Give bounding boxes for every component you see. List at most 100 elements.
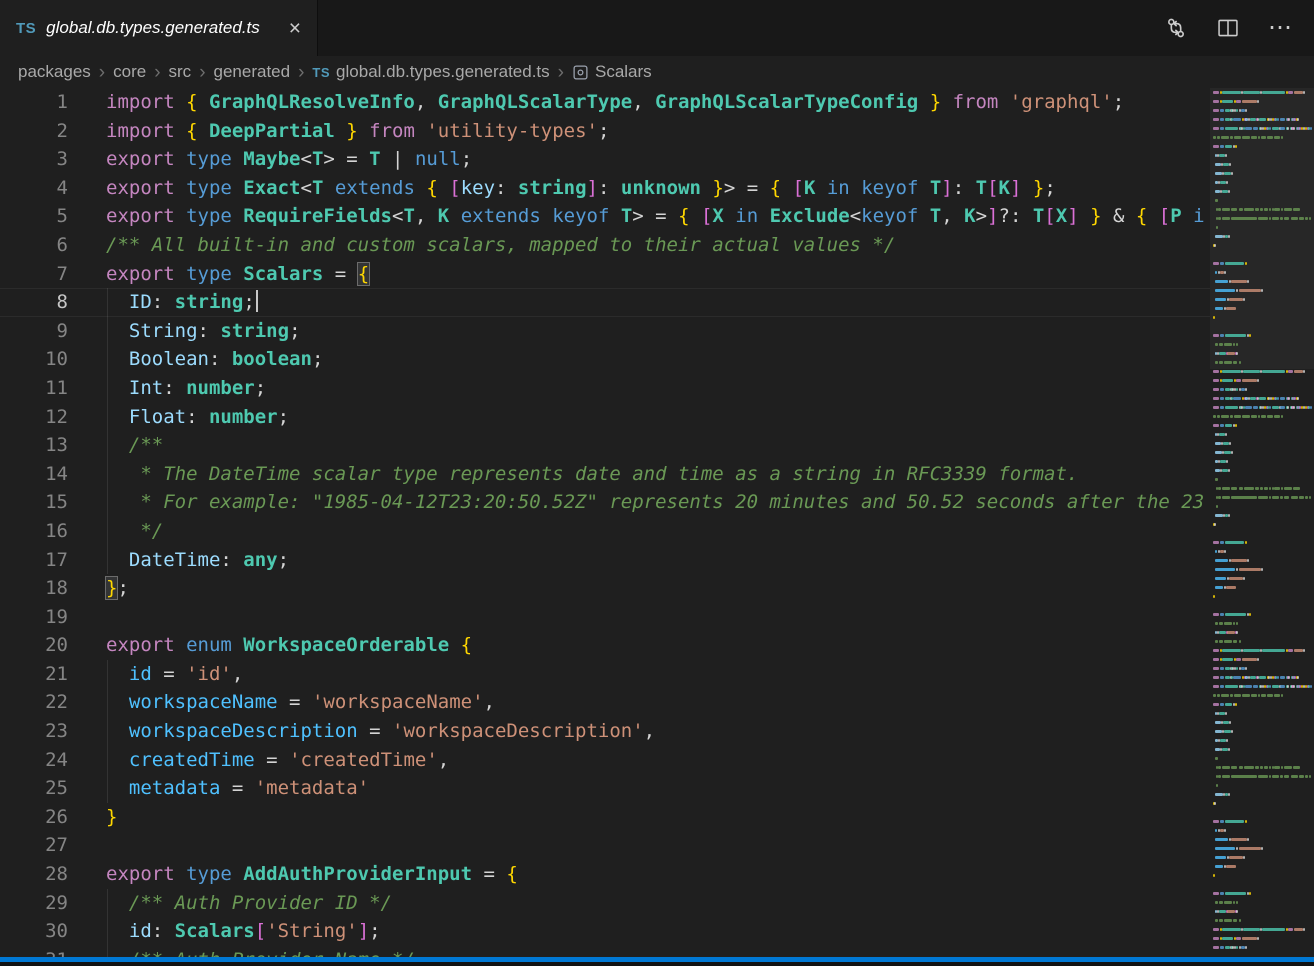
code-line[interactable]: 10 Boolean: boolean; bbox=[0, 345, 1210, 374]
code-line[interactable]: 29 /** Auth Provider ID */ bbox=[0, 889, 1210, 918]
code-line[interactable]: 9 String: string; bbox=[0, 317, 1210, 346]
breadcrumb-item-core[interactable]: core bbox=[113, 62, 146, 82]
code-line-content[interactable] bbox=[68, 603, 106, 632]
code-line-content[interactable]: createdTime = 'createdTime', bbox=[68, 746, 449, 775]
code-editor[interactable]: 1import { GraphQLResolveInfo, GraphQLSca… bbox=[0, 88, 1210, 957]
code-line-content[interactable]: ID: string; bbox=[68, 288, 258, 317]
code-line-content[interactable]: * For example: "1985-04-12T23:20:50.52Z"… bbox=[68, 488, 1204, 517]
code-line[interactable]: 22 workspaceName = 'workspaceName', bbox=[0, 688, 1210, 717]
line-number[interactable]: 3 bbox=[0, 145, 68, 174]
code-line-content[interactable]: Int: number; bbox=[68, 374, 266, 403]
line-number[interactable]: 14 bbox=[0, 460, 68, 489]
code-line-content[interactable]: Float: number; bbox=[68, 403, 289, 432]
code-line-content[interactable]: export type RequireFields<T, K extends k… bbox=[68, 202, 1205, 231]
code-line[interactable]: 31 /** Auth Provider Name */ bbox=[0, 946, 1210, 957]
code-line[interactable]: 19 bbox=[0, 603, 1210, 632]
breadcrumb-item-packages[interactable]: packages bbox=[18, 62, 91, 82]
code-line[interactable]: 12 Float: number; bbox=[0, 403, 1210, 432]
code-line-content[interactable]: metadata = 'metadata' bbox=[68, 774, 369, 803]
code-line-content[interactable]: }; bbox=[68, 574, 129, 603]
code-line[interactable]: 15 * For example: "1985-04-12T23:20:50.5… bbox=[0, 488, 1210, 517]
line-number[interactable]: 12 bbox=[0, 403, 68, 432]
breadcrumb-item-symbol-scalars[interactable]: Scalars bbox=[572, 62, 652, 82]
line-number[interactable]: 2 bbox=[0, 117, 68, 146]
line-number[interactable]: 22 bbox=[0, 688, 68, 717]
line-number[interactable]: 17 bbox=[0, 546, 68, 575]
code-line-content[interactable] bbox=[68, 831, 106, 860]
code-line[interactable]: 27 bbox=[0, 831, 1210, 860]
code-line-content[interactable]: } bbox=[68, 803, 117, 832]
line-number[interactable]: 9 bbox=[0, 317, 68, 346]
code-line-content[interactable]: export type Scalars = { bbox=[68, 260, 369, 289]
line-number[interactable]: 31 bbox=[0, 946, 68, 957]
code-line[interactable]: 11 Int: number; bbox=[0, 374, 1210, 403]
line-number[interactable]: 4 bbox=[0, 174, 68, 203]
close-icon[interactable]: × bbox=[285, 16, 305, 41]
code-line[interactable]: 23 workspaceDescription = 'workspaceDesc… bbox=[0, 717, 1210, 746]
line-number[interactable]: 7 bbox=[0, 260, 68, 289]
code-line-content[interactable]: id: Scalars['String']; bbox=[68, 917, 381, 946]
code-line[interactable]: 17 DateTime: any; bbox=[0, 546, 1210, 575]
code-line[interactable]: 30 id: Scalars['String']; bbox=[0, 917, 1210, 946]
code-line[interactable]: 6/** All built-in and custom scalars, ma… bbox=[0, 231, 1210, 260]
code-line[interactable]: 5export type RequireFields<T, K extends … bbox=[0, 202, 1210, 231]
code-line[interactable]: 20export enum WorkspaceOrderable { bbox=[0, 631, 1210, 660]
code-line[interactable]: 26} bbox=[0, 803, 1210, 832]
breadcrumb-item-src[interactable]: src bbox=[169, 62, 192, 82]
line-number[interactable]: 15 bbox=[0, 488, 68, 517]
code-line-content[interactable]: /** bbox=[68, 431, 163, 460]
code-line-content[interactable]: /** All built-in and custom scalars, map… bbox=[68, 231, 895, 260]
line-number[interactable]: 13 bbox=[0, 431, 68, 460]
line-number[interactable]: 10 bbox=[0, 345, 68, 374]
code-line-content[interactable]: workspaceName = 'workspaceName', bbox=[68, 688, 495, 717]
code-line-content[interactable]: export type AddAuthProviderInput = { bbox=[68, 860, 518, 889]
split-editor-icon[interactable] bbox=[1216, 16, 1240, 40]
code-line[interactable]: 21 id = 'id', bbox=[0, 660, 1210, 689]
code-line-content[interactable]: export enum WorkspaceOrderable { bbox=[68, 631, 472, 660]
code-line[interactable]: 25 metadata = 'metadata' bbox=[0, 774, 1210, 803]
line-number[interactable]: 16 bbox=[0, 517, 68, 546]
code-line-content[interactable]: /** Auth Provider Name */ bbox=[68, 946, 415, 957]
open-changes-icon[interactable] bbox=[1164, 16, 1188, 40]
code-line[interactable]: 8 ID: string; bbox=[0, 288, 1210, 317]
code-line-content[interactable]: DateTime: any; bbox=[68, 546, 289, 575]
line-number[interactable]: 21 bbox=[0, 660, 68, 689]
line-number[interactable]: 19 bbox=[0, 603, 68, 632]
tab-global-db-types-generated[interactable]: TS global.db.types.generated.ts × bbox=[0, 0, 318, 56]
line-number[interactable]: 5 bbox=[0, 202, 68, 231]
line-number[interactable]: 1 bbox=[0, 88, 68, 117]
code-line[interactable]: 28export type AddAuthProviderInput = { bbox=[0, 860, 1210, 889]
line-number[interactable]: 6 bbox=[0, 231, 68, 260]
code-line[interactable]: 1import { GraphQLResolveInfo, GraphQLSca… bbox=[0, 88, 1210, 117]
line-number[interactable]: 30 bbox=[0, 917, 68, 946]
code-line[interactable]: 7export type Scalars = { bbox=[0, 260, 1210, 289]
line-number[interactable]: 25 bbox=[0, 774, 68, 803]
code-line-content[interactable]: */ bbox=[68, 517, 163, 546]
code-line[interactable]: 3export type Maybe<T> = T | null; bbox=[0, 145, 1210, 174]
code-line-content[interactable]: import { DeepPartial } from 'utility-typ… bbox=[68, 117, 609, 146]
code-line[interactable]: 16 */ bbox=[0, 517, 1210, 546]
code-line[interactable]: 2import { DeepPartial } from 'utility-ty… bbox=[0, 117, 1210, 146]
code-line-content[interactable]: String: string; bbox=[68, 317, 301, 346]
breadcrumb-item-generated[interactable]: generated bbox=[214, 62, 291, 82]
code-line-content[interactable]: export type Maybe<T> = T | null; bbox=[68, 145, 472, 174]
line-number[interactable]: 28 bbox=[0, 860, 68, 889]
code-line[interactable]: 24 createdTime = 'createdTime', bbox=[0, 746, 1210, 775]
more-actions-icon[interactable]: ⋯ bbox=[1268, 16, 1292, 40]
line-number[interactable]: 26 bbox=[0, 803, 68, 832]
line-number[interactable]: 23 bbox=[0, 717, 68, 746]
line-number[interactable]: 11 bbox=[0, 374, 68, 403]
line-number[interactable]: 8 bbox=[0, 288, 68, 317]
code-line-content[interactable]: id = 'id', bbox=[68, 660, 243, 689]
code-line-content[interactable]: * The DateTime scalar type represents da… bbox=[68, 460, 1078, 489]
code-line-content[interactable]: export type Exact<T extends { [key: stri… bbox=[68, 174, 1056, 203]
code-line-content[interactable]: /** Auth Provider ID */ bbox=[68, 889, 392, 918]
code-line[interactable]: 18}; bbox=[0, 574, 1210, 603]
code-line[interactable]: 13 /** bbox=[0, 431, 1210, 460]
line-number[interactable]: 29 bbox=[0, 889, 68, 918]
minimap[interactable] bbox=[1210, 88, 1314, 957]
code-line[interactable]: 4export type Exact<T extends { [key: str… bbox=[0, 174, 1210, 203]
line-number[interactable]: 27 bbox=[0, 831, 68, 860]
code-line[interactable]: 14 * The DateTime scalar type represents… bbox=[0, 460, 1210, 489]
line-number[interactable]: 24 bbox=[0, 746, 68, 775]
